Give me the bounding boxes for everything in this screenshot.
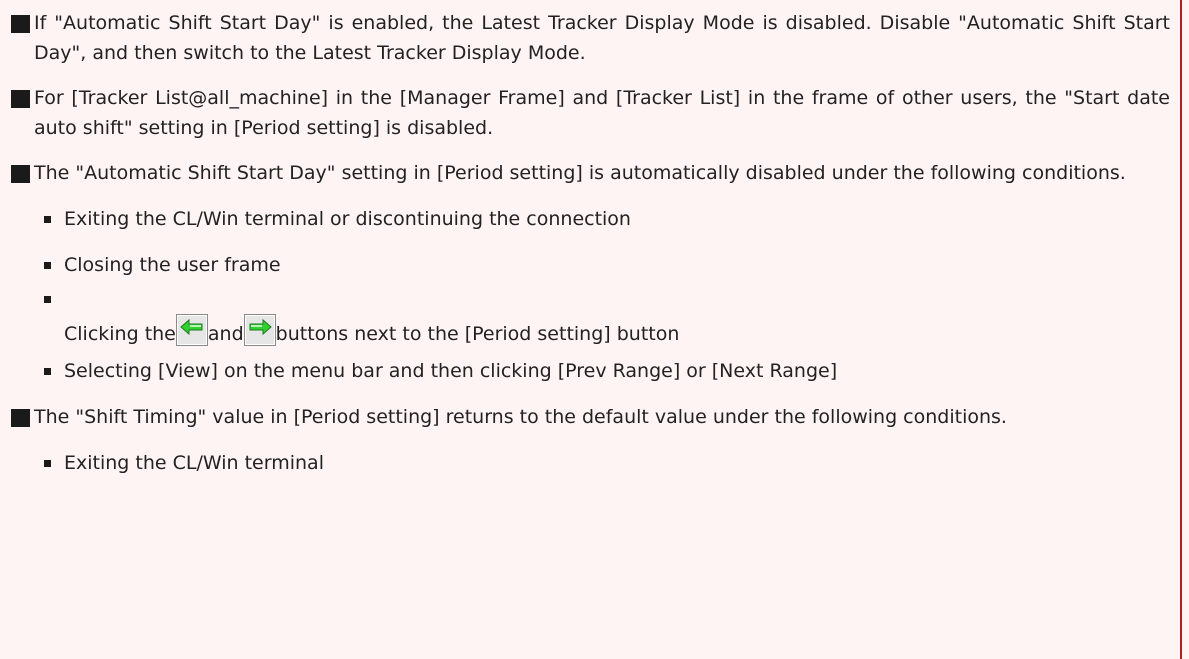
condition-list: Exiting the CL/Win terminal or discontin…	[34, 204, 1170, 386]
square-bullet-icon	[11, 165, 30, 183]
small-square-bullet-icon	[44, 262, 51, 269]
note-item: The "Shift Timing" value in [Period sett…	[8, 402, 1170, 478]
note-text: The "Automatic Shift Start Day" setting …	[34, 162, 1126, 184]
square-bullet-icon	[11, 15, 30, 33]
list-item-text: Closing the user frame	[64, 254, 281, 276]
note-item: The "Automatic Shift Start Day" setting …	[8, 158, 1170, 386]
list-item-text: Selecting [View] on the menu bar and the…	[64, 360, 838, 382]
note-item: If "Automatic Shift Start Day" is enable…	[8, 8, 1170, 68]
small-square-bullet-icon	[44, 368, 51, 375]
list-item-text-before: Clicking the	[64, 323, 176, 345]
green-left-arrow-icon	[175, 314, 208, 346]
small-square-bullet-icon	[44, 296, 51, 303]
list-item-text: Exiting the CL/Win terminal	[64, 452, 324, 474]
note-item: For [Tracker List@all_machine] in the [M…	[8, 83, 1170, 143]
list-item: Clicking the and buttons next to the [Pe…	[34, 296, 1170, 346]
condition-list: Exiting the CL/Win terminal	[34, 448, 1170, 478]
list-item: Exiting the CL/Win terminal	[34, 448, 1170, 478]
note-text: The "Shift Timing" value in [Period sett…	[34, 406, 1007, 428]
square-bullet-icon	[11, 90, 30, 108]
list-item-text: Exiting the CL/Win terminal or discontin…	[64, 208, 631, 230]
small-square-bullet-icon	[44, 460, 51, 467]
square-bullet-icon	[11, 409, 30, 427]
list-item: Exiting the CL/Win terminal or discontin…	[34, 204, 1170, 234]
note-text: If "Automatic Shift Start Day" is enable…	[34, 12, 1170, 64]
green-right-arrow-icon	[243, 314, 276, 346]
right-border-line	[1180, 0, 1182, 659]
list-item-line: Clicking the and buttons next to the [Pe…	[64, 314, 679, 349]
notes-container: If "Automatic Shift Start Day" is enable…	[8, 8, 1170, 494]
list-item-text-between: and	[207, 323, 244, 345]
note-text: For [Tracker List@all_machine] in the [M…	[34, 87, 1170, 139]
small-square-bullet-icon	[44, 216, 51, 223]
list-item: Selecting [View] on the menu bar and the…	[34, 356, 1170, 386]
list-item-text-after: buttons next to the [Period setting] but…	[275, 323, 680, 345]
list-item: Closing the user frame	[34, 250, 1170, 280]
